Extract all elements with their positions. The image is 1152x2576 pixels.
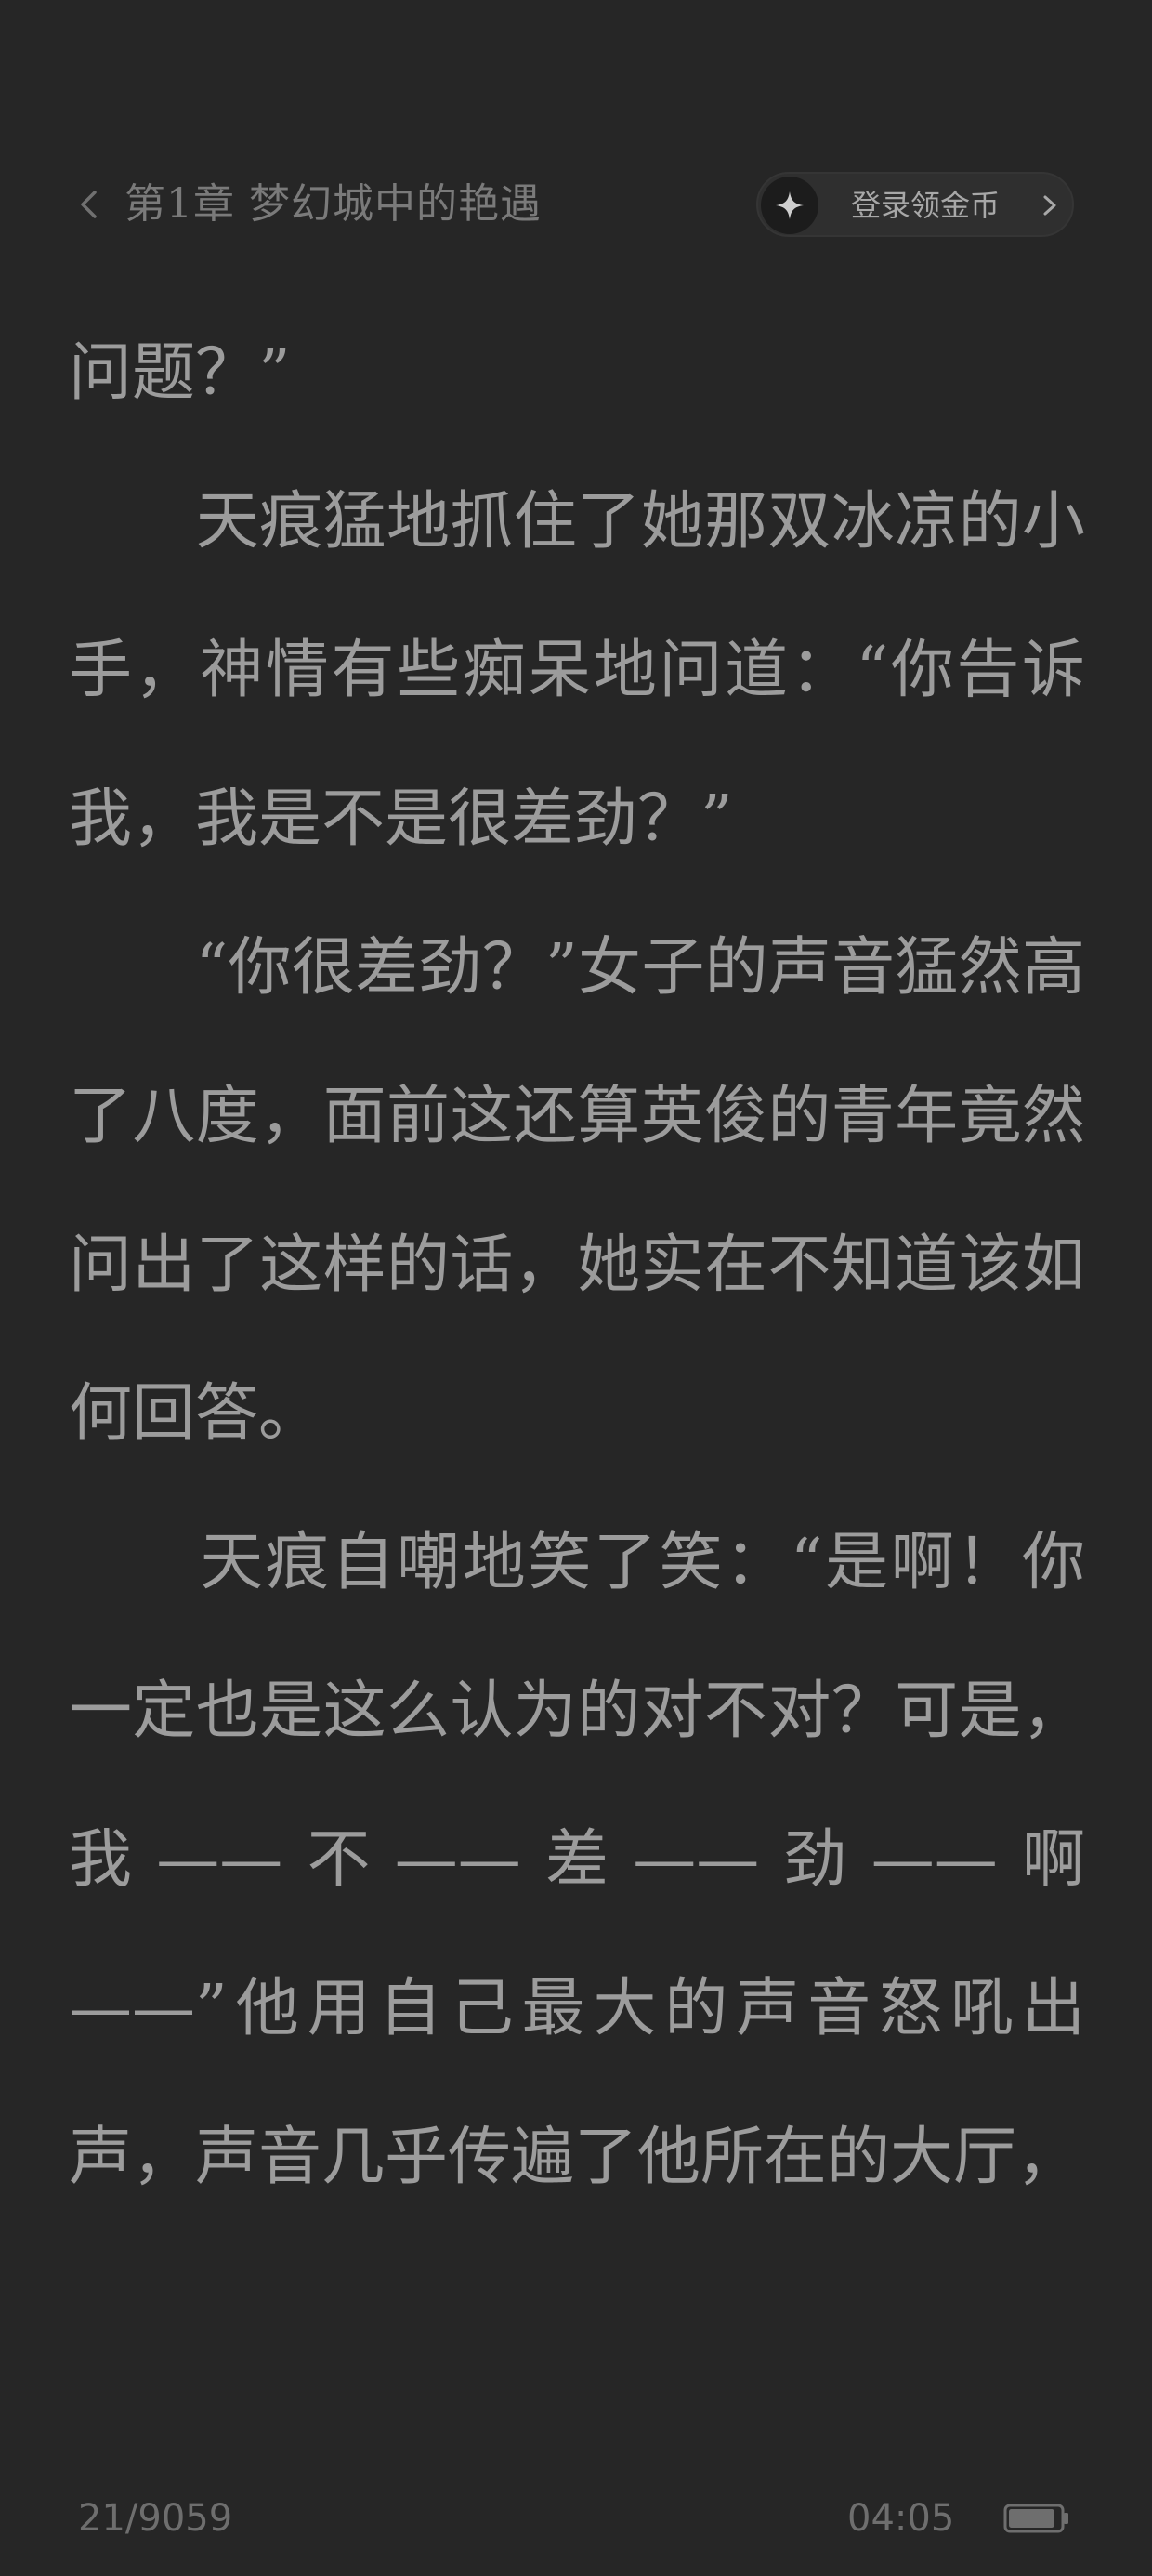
sparkle-icon	[761, 177, 818, 234]
paragraph: 天痕自嘲地笑了笑：“是啊！你一定也是这么认为的对不对？可是，我——不——差——劲…	[69, 1526, 1085, 2194]
chapter-text[interactable]: 问题？” 天痕猛地抓住了她那双冰凉的小手，神情有些痴呆地问道：“你告诉我，我是不…	[69, 299, 1085, 2232]
clock-time: 04:05	[847, 2497, 955, 2540]
paragraph: “你很差劲？”女子的声音猛然高了八度，面前这还算英俊的青年竟然问出了这样的话，她…	[69, 931, 1085, 1451]
paragraph: 问题？”	[69, 336, 291, 410]
page-progress: 21/9059	[78, 2497, 233, 2540]
paragraph: 天痕猛地抓住了她那双冰凉的小手，神情有些痴呆地问道：“你告诉我，我是不是很差劲？…	[69, 485, 1085, 856]
reader-header: 第1章 梦幻城中的艳遇 登录领金币	[0, 167, 1152, 242]
chapter-title[interactable]: 第1章 梦幻城中的艳遇	[124, 180, 542, 229]
battery-icon	[1003, 2504, 1070, 2533]
chevron-right-icon	[1039, 192, 1061, 218]
login-coin-label: 登录领金币	[851, 188, 1001, 223]
login-coin-button[interactable]: 登录领金币	[756, 172, 1074, 237]
chevron-left-icon[interactable]	[72, 187, 108, 222]
